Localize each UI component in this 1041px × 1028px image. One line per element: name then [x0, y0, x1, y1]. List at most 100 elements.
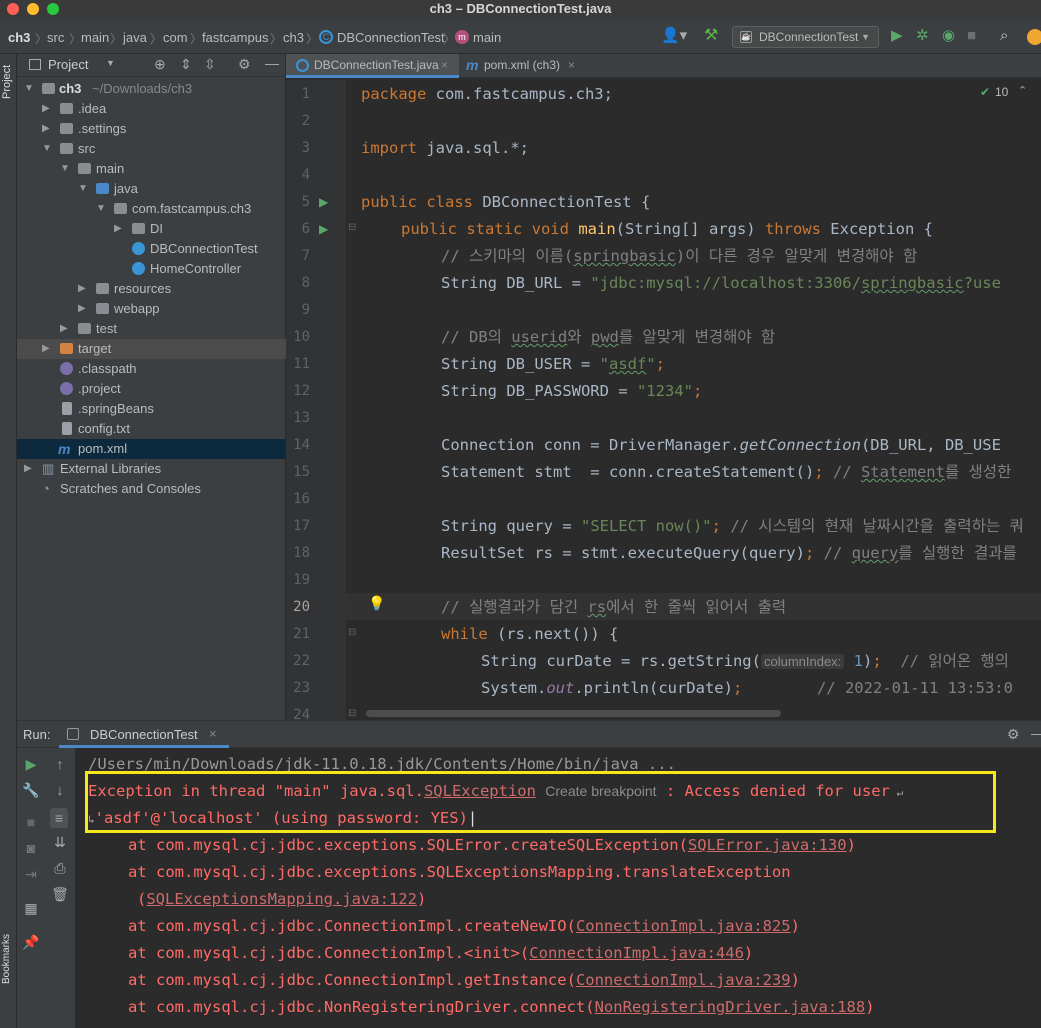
tree-item-dbconnectiontest[interactable]: DBConnectionTest — [17, 239, 286, 259]
update-icon[interactable] — [1027, 29, 1041, 45]
debug-icon[interactable]: ✲ — [916, 28, 929, 44]
tree-item-main[interactable]: ▼ main — [17, 159, 286, 179]
tree-item-java[interactable]: ▼ java — [17, 179, 286, 199]
code-line-21: while (rs.next()) { — [441, 625, 619, 643]
tree-item-homecontroller[interactable]: HomeController — [17, 259, 286, 279]
tree-item-target[interactable]: ▶ target — [17, 339, 286, 359]
tab-pom[interactable]: m pom.xml (ch3) × — [460, 54, 585, 78]
scroll-up-icon[interactable]: ↑ — [51, 756, 69, 772]
run-class-icon[interactable]: ▶ — [319, 195, 328, 209]
breadcrumb-main[interactable]: main — [81, 30, 109, 45]
scroll-to-end-icon[interactable]: ⇊ — [51, 834, 69, 850]
code-editor[interactable]: 1 2 3 4 5 6 7 8 9 10 11 12 13 14 15 16 17 18 19 20 21 22 23 24 … — [286, 80, 1041, 720]
tree-item-settings[interactable]: ▶ .settings — [17, 119, 286, 139]
chevron-right-icon: ▶ — [78, 283, 86, 294]
tree-item-idea[interactable]: ▶ .idea — [17, 99, 286, 119]
horizontal-scrollbar[interactable] — [366, 710, 781, 717]
hide-panel-icon[interactable]: — — [1031, 725, 1041, 741]
expand-all-icon[interactable]: ⇕ — [180, 56, 192, 73]
ide-window: ch3 – DBConnectionTest.java ch3 〉 src 〉 … — [0, 0, 1041, 1028]
scroll-down-icon[interactable]: ↓ — [51, 782, 69, 798]
code-line-22: String curDate = rs.getString(columnInde… — [481, 652, 1009, 670]
rerun-icon[interactable]: ▶ — [22, 756, 40, 772]
pin-icon[interactable]: 📌 — [22, 934, 40, 950]
code-line-7: // 스키마의 이름(springbasic)이 다른 경우 알맞게 변경해야 … — [441, 247, 918, 265]
tree-item-project[interactable]: .project — [17, 379, 286, 399]
project-panel-title[interactable]: Project — [48, 57, 88, 72]
tree-item-test[interactable]: ▶ test — [17, 319, 286, 339]
tab-run-dbconnectiontest[interactable]: DBConnectionTest × — [59, 721, 229, 748]
wrench-icon[interactable]: 🔧 — [22, 782, 40, 798]
minimize-window-button[interactable] — [27, 3, 39, 15]
tree-item-classpath[interactable]: .classpath — [17, 359, 286, 379]
source-link[interactable]: SQLExceptionsMapping.java:122 — [146, 890, 417, 908]
breadcrumb-src[interactable]: src — [47, 30, 64, 45]
breadcrumb-java[interactable]: java — [123, 30, 147, 45]
close-window-button[interactable] — [7, 3, 19, 15]
breadcrumb-method[interactable]: main — [473, 30, 501, 45]
project-tool-tab[interactable]: Project — [1, 65, 13, 99]
camera-icon[interactable]: ◙ — [22, 840, 40, 856]
gear-icon[interactable]: ⚙ — [1007, 726, 1020, 743]
close-icon[interactable]: × — [568, 54, 575, 76]
tree-item-config[interactable]: config.txt — [17, 419, 286, 439]
run-main-icon[interactable]: ▶ — [319, 222, 328, 236]
source-link[interactable]: SQLError.java:130 — [688, 836, 847, 854]
breadcrumb-fastcampus[interactable]: fastcampus — [202, 30, 268, 45]
close-icon[interactable]: × — [441, 54, 448, 76]
source-link[interactable]: NonRegisteringDriver.java:188 — [595, 998, 866, 1016]
breadcrumb-com[interactable]: com — [163, 30, 188, 45]
fold-icon[interactable]: ⊟ — [348, 222, 356, 233]
source-link[interactable]: ConnectionImpl.java:446 — [529, 944, 744, 962]
exit-icon[interactable]: ⇥ — [22, 866, 40, 882]
lightbulb-icon[interactable]: 💡 — [368, 595, 385, 612]
gear-icon[interactable]: ⚙ — [238, 56, 251, 73]
search-icon[interactable]: ⌕ — [1000, 28, 1008, 44]
close-icon[interactable]: × — [209, 726, 217, 741]
tab-dbconnectiontest[interactable]: DBConnectionTest.java × — [286, 54, 459, 78]
tree-item-label: .springBeans — [78, 401, 154, 416]
tree-item-di[interactable]: ▶ DI — [17, 219, 286, 239]
inspection-ok-icon[interactable]: ✔ — [980, 85, 990, 99]
console-output[interactable]: /Users/min/Downloads/jdk-11.0.18.jdk/Con… — [75, 748, 1041, 1028]
tree-item-src[interactable]: ▼ src — [17, 139, 286, 159]
source-link[interactable]: ConnectionImpl.java:239 — [576, 971, 791, 989]
chevron-up-icon[interactable]: ⌃ — [1018, 84, 1027, 97]
tree-item-webapp[interactable]: ▶ webapp — [17, 299, 286, 319]
run-configuration-select[interactable]: ☕ DBConnectionTest ▼ — [732, 26, 879, 48]
build-hammer-icon[interactable]: ⚒ — [704, 28, 718, 44]
hide-panel-icon[interactable]: — — [265, 55, 279, 71]
chevron-down-icon[interactable]: ▼ — [106, 58, 115, 68]
breadcrumb-class[interactable]: DBConnectionTest — [337, 30, 445, 45]
print-icon[interactable]: ⎙ — [51, 860, 69, 876]
tree-item-package[interactable]: ▼ com.fastcampus.ch3 — [17, 199, 286, 219]
locate-icon[interactable]: ⊕ — [154, 56, 166, 73]
zoom-window-button[interactable] — [47, 3, 59, 15]
stop-icon[interactable]: ■ — [22, 814, 40, 830]
collapse-all-icon[interactable]: ⇳ — [204, 56, 216, 73]
tree-item-external-libraries[interactable]: ▶ ▥ External Libraries — [17, 459, 286, 479]
soft-wrap-icon[interactable]: ≡ — [50, 808, 68, 828]
create-breakpoint-link[interactable]: Create breakpoint — [545, 783, 656, 799]
bookmarks-tool-tab[interactable]: Bookmarks — [1, 934, 12, 984]
tree-item-springbeans[interactable]: .springBeans — [17, 399, 286, 419]
user-icon[interactable]: 👤▾ — [661, 28, 687, 44]
coverage-icon[interactable]: ◉ — [942, 28, 955, 44]
fold-icon[interactable]: ⊟ — [348, 708, 356, 719]
tree-item-resources[interactable]: ▶ resources — [17, 279, 286, 299]
stop-icon[interactable]: ■ — [967, 28, 976, 44]
tab-label: DBConnectionTest — [90, 727, 198, 742]
fold-icon[interactable]: ⊟ — [348, 627, 356, 638]
run-icon[interactable]: ▶ — [891, 28, 903, 44]
tree-item-scratches[interactable]: ◔ Scratches and Consoles — [17, 479, 286, 499]
source-link[interactable]: ConnectionImpl.java:825 — [576, 917, 791, 935]
line-number: 16 — [293, 491, 310, 507]
breadcrumb-ch3[interactable]: ch3 — [8, 30, 30, 45]
layout-icon[interactable]: ▦ — [22, 900, 40, 916]
breadcrumb-ch3-package[interactable]: ch3 — [283, 30, 304, 45]
tree-item-pom[interactable]: m pom.xml — [17, 439, 286, 459]
exception-class-link[interactable]: SQLException — [424, 782, 536, 800]
tree-item-ch3[interactable]: ▼ ch3 ~/Downloads/ch3 — [17, 79, 286, 99]
wrap-icon: ↵ — [889, 786, 904, 799]
trash-icon[interactable]: 🗑 — [51, 886, 69, 902]
